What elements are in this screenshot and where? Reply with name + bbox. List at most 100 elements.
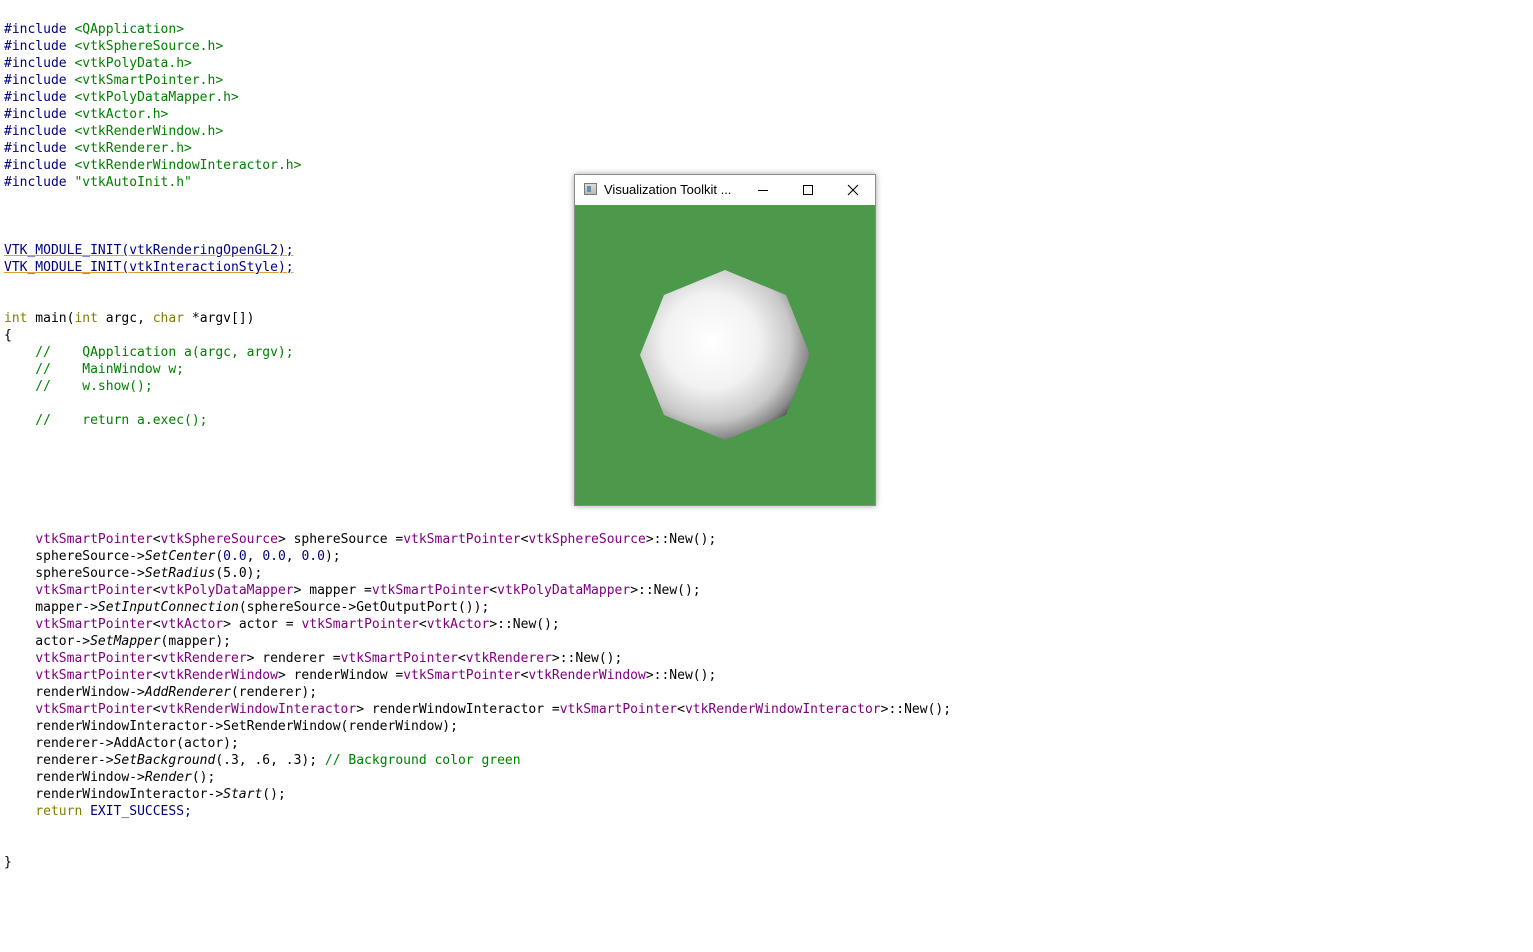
code-token: actor->	[4, 634, 91, 649]
code-token: main(	[27, 311, 75, 326]
code-token: > mapper =	[293, 583, 372, 598]
code-line: renderWindowInteractor->Start();	[4, 786, 285, 803]
code-line: #include "vtkAutoInit.h"	[4, 174, 192, 191]
code-token: #include	[4, 22, 75, 37]
code-token: > actor =	[223, 617, 302, 632]
sphere-shape	[640, 270, 810, 440]
code-line: actor->SetMapper(mapper);	[4, 633, 231, 650]
code-token: ,	[246, 549, 263, 564]
code-token: vtkRenderWindowInteractor	[684, 702, 881, 717]
close-button[interactable]	[830, 175, 875, 205]
code-token: #include	[4, 90, 75, 105]
code-token: vtkSmartPointer	[35, 617, 153, 632]
code-token: > renderWindowInteractor =	[356, 702, 560, 717]
code-line: renderWindow->AddRenderer(renderer);	[4, 684, 317, 701]
code-token: vtkSmartPointer	[371, 583, 490, 598]
code-token: vtkRenderWindow	[528, 668, 646, 683]
code-line: return EXIT_SUCCESS;	[4, 803, 192, 820]
code-token: <vtkRenderWindowInteractor.h>	[74, 158, 302, 173]
code-line: #include <vtkSmartPointer.h>	[4, 72, 223, 89]
code-token: return	[35, 804, 83, 819]
code-token: vtkSphereSource	[528, 532, 646, 547]
code-token: );	[324, 549, 341, 564]
render-viewport[interactable]	[575, 205, 875, 505]
code-token: (5.0);	[215, 566, 263, 581]
code-token: <	[677, 702, 685, 717]
code-token: vtkRenderer	[465, 651, 552, 666]
code-token: (	[215, 549, 224, 564]
code-line: VTK_MODULE_INIT(vtkInteractionStyle);	[4, 259, 294, 276]
code-token: SetInputConnection	[97, 600, 239, 615]
code-line: sphereSource->SetCenter(0.0, 0.0, 0.0);	[4, 548, 341, 565]
code-line: renderer->AddActor(actor);	[4, 735, 239, 752]
code-token: #include	[4, 39, 75, 54]
code-token: <vtkPolyData.h>	[74, 56, 192, 71]
code-token: >::New();	[645, 668, 717, 683]
maximize-button[interactable]	[785, 175, 830, 205]
code-token: Render	[144, 770, 192, 785]
code-token: >::New();	[645, 532, 717, 547]
code-token: renderer->AddActor(actor);	[4, 736, 239, 751]
code-line: #include <vtkPolyData.h>	[4, 55, 192, 72]
app-icon	[584, 183, 597, 195]
code-token: #include	[4, 56, 75, 71]
code-token: *argv[])	[184, 311, 255, 326]
code-token: mapper->	[4, 600, 98, 615]
code-token: char	[152, 311, 185, 326]
code-token: #include	[4, 124, 75, 139]
code-token: >::New();	[551, 651, 623, 666]
code-token: 0.0	[262, 549, 286, 564]
code-token: int	[4, 311, 28, 326]
code-token: SetBackground	[113, 753, 216, 768]
code-token: ,	[285, 549, 302, 564]
code-line: }	[4, 854, 12, 871]
code-token: AddRenderer	[144, 685, 231, 700]
code-line: renderer->SetBackground(.3, .6, .3); // …	[4, 752, 521, 769]
code-token: > renderer =	[246, 651, 341, 666]
code-line: #include <vtkSphereSource.h>	[4, 38, 223, 55]
window-title: Visualization Toolkit ...	[604, 182, 732, 197]
code-token: vtkSmartPointer	[403, 668, 521, 683]
code-token: <vtkRenderWindow.h>	[74, 124, 224, 139]
code-token: #include	[4, 175, 75, 190]
code-token: <vtkSmartPointer.h>	[74, 73, 224, 88]
code-line: vtkSmartPointer<vtkSphereSource> sphereS…	[4, 531, 716, 548]
code-token: vtkRenderWindow	[160, 668, 278, 683]
code-token: #include	[4, 107, 75, 122]
code-line: vtkSmartPointer<vtkActor> actor = vtkSma…	[4, 616, 560, 633]
window-titlebar[interactable]: Visualization Toolkit ...	[575, 175, 875, 205]
code-token: sphereSource->	[4, 566, 145, 581]
close-icon	[847, 184, 858, 196]
code-token: VTK_MODULE_INIT	[4, 243, 122, 258]
code-token: >::New();	[489, 617, 560, 632]
code-token: #include	[4, 141, 75, 156]
code-token: (vtkInteractionStyle);	[121, 260, 294, 275]
code-token: {	[4, 328, 12, 343]
code-token: vtkSmartPointer	[301, 617, 419, 632]
code-token: sphereSource->	[4, 549, 145, 564]
code-token: vtkSmartPointer	[35, 668, 153, 683]
code-token: #include	[4, 158, 75, 173]
code-token: vtkSmartPointer	[403, 532, 521, 547]
code-token: <	[418, 617, 427, 632]
code-token: <	[152, 617, 161, 632]
code-token: argc,	[97, 311, 153, 326]
code-token: // Background color green	[324, 753, 521, 768]
code-line: renderWindow->Render();	[4, 769, 215, 786]
code-line: vtkSmartPointer<vtkPolyDataMapper> mappe…	[4, 582, 700, 599]
sphere-render	[640, 270, 810, 440]
code-token: renderWindow->	[4, 685, 145, 700]
code-line: vtkSmartPointer<vtkRenderWindow> renderW…	[4, 667, 716, 684]
code-token: vtkPolyDataMapper	[160, 583, 294, 598]
code-token: vtkActor	[426, 617, 490, 632]
code-line: #include <vtkRenderWindow.h>	[4, 123, 223, 140]
code-token: vtkPolyDataMapper	[497, 583, 631, 598]
code-line: // w.show();	[4, 378, 152, 395]
code-token: SetCenter	[144, 549, 216, 564]
minimize-button[interactable]	[740, 175, 785, 205]
code-token: <vtkSphereSource.h>	[74, 39, 224, 54]
vtk-render-window[interactable]: Visualization Toolkit ...	[574, 174, 876, 506]
